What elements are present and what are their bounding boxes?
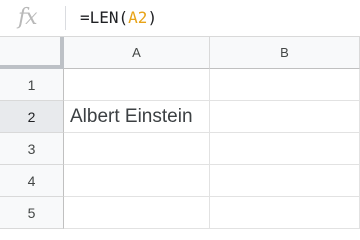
row-header-4[interactable]: 4 bbox=[0, 165, 64, 197]
cell-b1[interactable] bbox=[210, 69, 360, 101]
cell-b3[interactable] bbox=[210, 133, 360, 165]
cell-b5[interactable] bbox=[210, 197, 360, 229]
formula-suffix: ) bbox=[147, 8, 158, 27]
spreadsheet-grid: A B 1 2 3 4 5 Albert Einstein bbox=[0, 37, 360, 233]
column-header-a[interactable]: A bbox=[64, 37, 210, 69]
row-header-5[interactable]: 5 bbox=[0, 197, 64, 229]
formula-prefix: =LEN( bbox=[80, 8, 129, 27]
formula-bar-divider bbox=[65, 6, 66, 30]
column-header-b[interactable]: B bbox=[210, 37, 360, 69]
formula-bar: fx =LEN(A2) bbox=[0, 0, 360, 37]
cell-b2[interactable] bbox=[210, 101, 360, 133]
row-header-3[interactable]: 3 bbox=[0, 133, 64, 165]
function-icon: fx bbox=[18, 5, 38, 30]
select-all-corner[interactable] bbox=[0, 37, 64, 69]
row-header-2[interactable]: 2 bbox=[0, 101, 64, 133]
cell-a1[interactable] bbox=[64, 69, 210, 101]
cell-a3[interactable] bbox=[64, 133, 210, 165]
cell-a4[interactable] bbox=[64, 165, 210, 197]
cell-a5[interactable] bbox=[64, 197, 210, 229]
formula-cell-reference: A2 bbox=[128, 8, 148, 27]
row-header-1[interactable]: 1 bbox=[0, 69, 64, 101]
cell-a2[interactable]: Albert Einstein bbox=[64, 101, 210, 133]
formula-input[interactable]: =LEN(A2) bbox=[80, 7, 157, 29]
cell-b4[interactable] bbox=[210, 165, 360, 197]
